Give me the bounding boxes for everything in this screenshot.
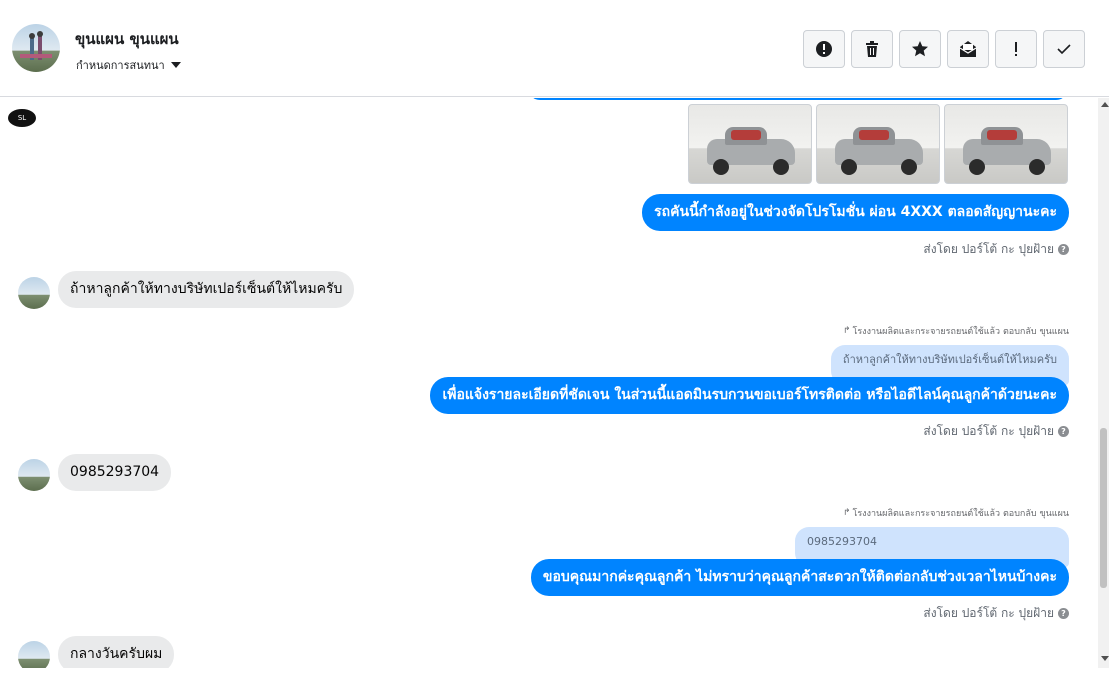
incoming-message[interactable]: 0985293704	[58, 454, 172, 491]
delete-button[interactable]	[851, 30, 893, 68]
caret-down-icon	[170, 62, 181, 68]
message-list[interactable]: SL รถคันนี้กำลังอยู่ในช่วงจัดโปรโมชั่น ผ…	[0, 98, 1098, 668]
car-photo[interactable]	[944, 104, 1068, 184]
check-icon	[1057, 44, 1071, 55]
important-button[interactable]	[995, 30, 1037, 68]
previous-message-edge	[528, 98, 1068, 100]
mark-unread-button[interactable]	[947, 30, 989, 68]
contact-avatar-small	[18, 277, 50, 309]
page-logo: SL	[8, 109, 36, 127]
trash-icon	[866, 41, 878, 57]
help-icon[interactable]: ?	[1058, 426, 1069, 437]
outgoing-message[interactable]: เพื่อแจ้งรายละเอียดที่ชัดเจน ในส่วนนี้แอ…	[430, 377, 1069, 414]
reply-note: ↱ โรงงานผลิตและกระจายรถยนต์ใช้แล้ว ตอบกล…	[843, 324, 1069, 338]
scrollbar-thumb[interactable]	[1100, 428, 1107, 588]
reply-note-text: โรงงานผลิตและกระจายรถยนต์ใช้แล้ว ตอบกลับ…	[852, 327, 1069, 337]
incoming-message[interactable]: ถ้าหาลูกค้าให้ทางบริษัทเปอร์เซ็นต์ให้ไหม…	[58, 271, 355, 308]
incoming-message[interactable]: กลางวันครับผม	[58, 636, 175, 668]
car-photo[interactable]	[688, 104, 812, 184]
help-icon[interactable]: ?	[1058, 608, 1069, 619]
sent-by-text: ส่งโดย ปอร์โต้ กะ ปุยฝ้าย	[923, 424, 1054, 438]
conversation-header: ขุนแผน ขุนแผน กำหนดการสนทนา	[0, 0, 1109, 97]
reply-arrow-icon: ↱	[842, 326, 851, 336]
sent-by-text: ส่งโดย ปอร์โต้ กะ ปุยฝ้าย	[923, 242, 1054, 256]
sent-by-label: ส่งโดย ปอร์โต้ กะ ปุยฝ้าย ?	[923, 604, 1069, 623]
contact-avatar-small	[18, 641, 50, 668]
car-photo[interactable]	[816, 104, 940, 184]
mark-done-button[interactable]	[1043, 30, 1085, 68]
header-actions	[803, 30, 1085, 68]
scroll-down-arrow-icon[interactable]	[1101, 656, 1109, 661]
star-button[interactable]	[899, 30, 941, 68]
mark-unread-icon	[959, 41, 977, 57]
contact-avatar[interactable]	[12, 24, 60, 72]
sent-by-text: ส่งโดย ปอร์โต้ กะ ปุยฝ้าย	[923, 606, 1054, 620]
help-icon[interactable]: ?	[1058, 244, 1069, 255]
reply-note-text: โรงงานผลิตและกระจายรถยนต์ใช้แล้ว ตอบกลับ…	[852, 509, 1069, 519]
star-icon	[912, 41, 928, 57]
contact-name[interactable]: ขุนแผน ขุนแผน	[75, 27, 179, 51]
contact-avatar-small	[18, 459, 50, 491]
outgoing-message[interactable]: รถคันนี้กำลังอยู่ในช่วงจัดโปรโมชั่น ผ่อน…	[642, 194, 1069, 231]
report-icon	[816, 41, 832, 57]
scroll-up-arrow-icon[interactable]	[1101, 102, 1109, 107]
assign-conversation-label: กำหนดการสนทนา	[76, 59, 165, 72]
important-icon	[1015, 42, 1017, 56]
reply-arrow-icon: ↱	[842, 508, 851, 518]
outgoing-message[interactable]: ขอบคุณมากค่ะคุณลูกค้า ไม่ทราบว่าคุณลูกค้…	[530, 559, 1069, 596]
reply-note: ↱ โรงงานผลิตและกระจายรถยนต์ใช้แล้ว ตอบกล…	[843, 506, 1069, 520]
assign-conversation-dropdown[interactable]: กำหนดการสนทนา	[76, 56, 181, 74]
report-button[interactable]	[803, 30, 845, 68]
sent-by-label: ส่งโดย ปอร์โต้ กะ ปุยฝ้าย ?	[923, 422, 1069, 441]
conversation-window: ขุนแผน ขุนแผน กำหนดการสนทนา SL รถคันนี้ก…	[0, 0, 1109, 673]
sent-by-label: ส่งโดย ปอร์โต้ กะ ปุยฝ้าย ?	[923, 240, 1069, 259]
